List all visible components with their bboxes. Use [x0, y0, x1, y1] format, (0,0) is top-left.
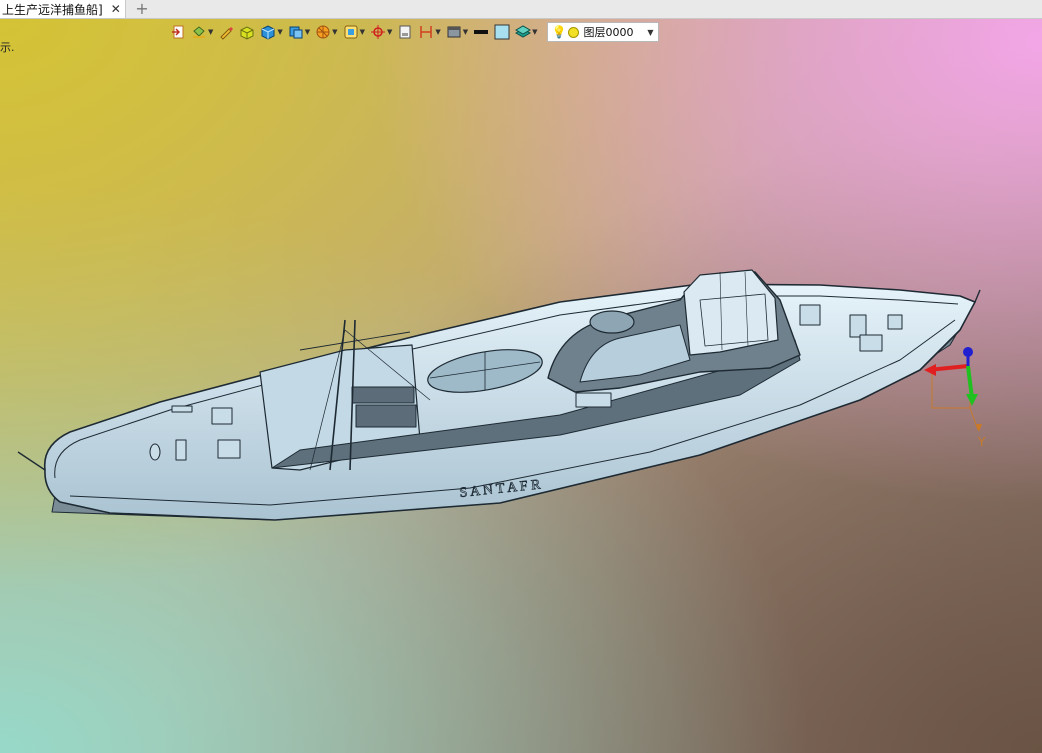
page-icon — [399, 25, 411, 39]
snap-target-button[interactable]: ▼ — [370, 24, 392, 40]
axis-triad: Y — [924, 347, 986, 449]
dropdown-arrow-icon[interactable]: ▼ — [435, 28, 440, 36]
frame-view-icon — [344, 25, 358, 39]
dropdown-arrow-icon[interactable]: ▼ — [277, 28, 282, 36]
fishing-vessel-3d-model[interactable]: S A N T A F R Y — [0, 19, 1042, 753]
layer-color-dot — [568, 26, 580, 38]
dimension-icon — [420, 26, 433, 38]
line-color-button[interactable] — [473, 24, 489, 40]
display-mode-icon — [447, 26, 461, 38]
exit-sketch-icon — [172, 25, 184, 39]
exit-sketch-button[interactable] — [170, 24, 186, 40]
layers-icon — [515, 25, 532, 38]
funnel-top — [589, 310, 635, 334]
pencil-icon — [220, 27, 234, 40]
display-mode-button[interactable]: ▼ — [446, 24, 468, 40]
view-toolbar: ▼ ▼ ▼ ▼ ▼ ▼ ▼ ▼ ▼ 💡 图层0000 ▼ — [170, 21, 659, 43]
view-cube-icon — [289, 26, 303, 39]
document-tab[interactable]: 上生产远洋捕鱼船] ✕ — [0, 0, 126, 18]
layer-select[interactable]: 💡 图层0000 ▼ — [546, 22, 659, 42]
snap-target-icon — [370, 25, 385, 39]
status-text: 示. — [0, 41, 15, 54]
layers-button[interactable]: ▼ — [515, 24, 538, 40]
winch-panel — [351, 386, 417, 428]
close-icon[interactable]: ✕ — [111, 2, 121, 16]
shaded-box-button[interactable] — [239, 24, 255, 40]
dropdown-arrow-icon[interactable]: ▼ — [332, 28, 337, 36]
document-tab-title: 上生产远洋捕鱼船] — [2, 2, 103, 17]
axis-y-label: Y — [977, 435, 986, 449]
dropdown-arrow-icon[interactable]: ▼ — [532, 28, 537, 36]
lightbulb-icon[interactable]: 💡 — [552, 25, 567, 39]
3d-viewport[interactable]: S A N T A F R Y 示. ▼ ▼ ▼ ▼ ▼ ▼ ▼ ▼ ▼ 💡 图… — [0, 19, 1042, 753]
fill-color-icon — [494, 24, 510, 40]
render-sphere-icon — [316, 25, 330, 39]
render-sphere-button[interactable]: ▼ — [315, 24, 338, 40]
chevron-down-icon[interactable]: ▼ — [647, 28, 653, 37]
paint-bucket-icon — [193, 26, 205, 38]
add-tab-button[interactable]: + — [134, 0, 150, 18]
dropdown-arrow-icon[interactable]: ▼ — [305, 28, 310, 36]
dropdown-arrow-icon[interactable]: ▼ — [208, 28, 213, 36]
pencil-button[interactable] — [218, 24, 234, 40]
dropdown-arrow-icon[interactable]: ▼ — [360, 28, 365, 36]
dropdown-arrow-icon[interactable]: ▼ — [387, 28, 392, 36]
view-cube-button[interactable]: ▼ — [288, 24, 310, 40]
line-color-icon — [474, 30, 489, 34]
page-button[interactable] — [397, 24, 413, 40]
solid-cube-icon — [261, 25, 275, 40]
tab-bar: 上生产远洋捕鱼船] ✕ + — [0, 0, 1042, 19]
dimension-button[interactable]: ▼ — [418, 24, 441, 40]
layer-select-value: 图层0000 — [583, 26, 634, 39]
frame-view-button[interactable]: ▼ — [343, 24, 365, 40]
dropdown-arrow-icon[interactable]: ▼ — [463, 28, 468, 36]
shaded-box-icon — [240, 26, 254, 40]
solid-cube-button[interactable]: ▼ — [260, 24, 283, 40]
paint-bucket-button[interactable]: ▼ — [191, 24, 213, 40]
fill-color-button[interactable] — [494, 24, 510, 40]
